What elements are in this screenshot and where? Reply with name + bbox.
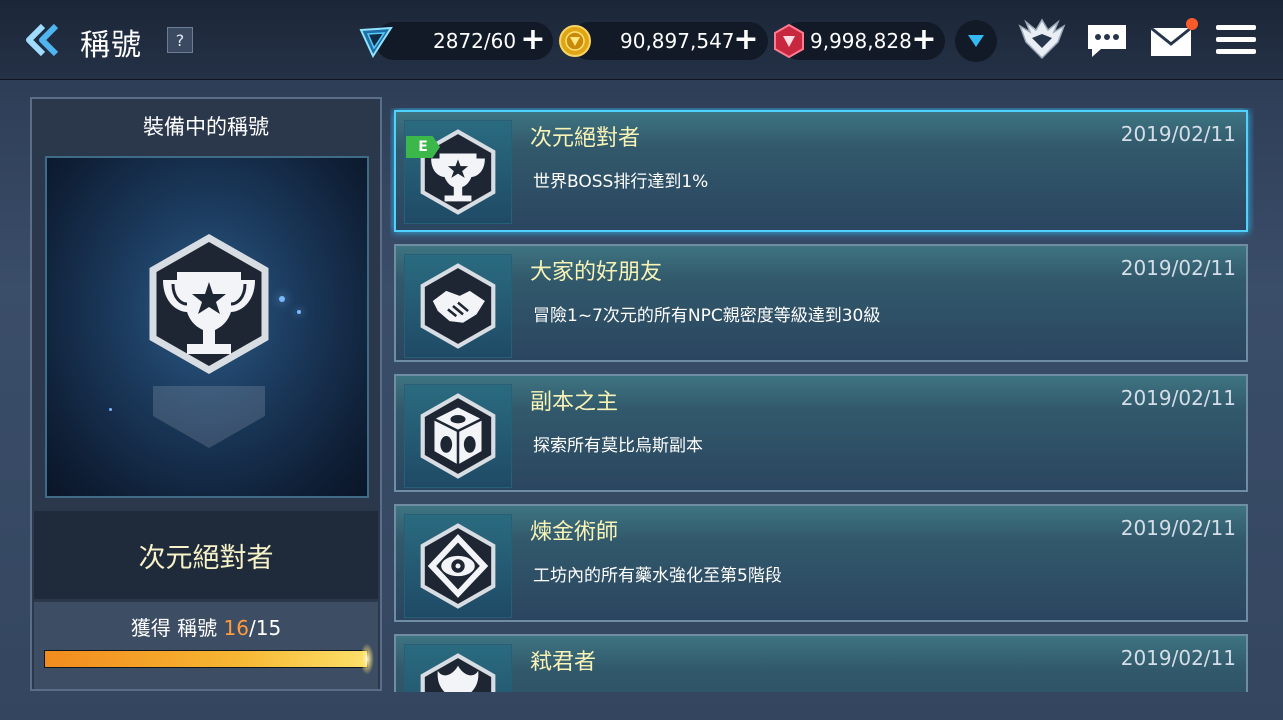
- energy-triangle-icon: [359, 26, 393, 58]
- gem-add-button[interactable]: +: [911, 25, 937, 55]
- progress-text: 獲得 稱號: [130, 616, 218, 640]
- chat-icon[interactable]: [1085, 22, 1129, 60]
- title-list-item[interactable]: 煉金術師 2019/02/11 工坊內的所有藥水強化至第5階段: [394, 504, 1248, 622]
- flame-crest-icon: [420, 653, 496, 692]
- progress-bar-fill: [45, 651, 367, 667]
- menu-icon[interactable]: [1214, 22, 1258, 58]
- equipped-title-header: 裝備中的稱號: [143, 115, 269, 139]
- title-date: 2019/02/11: [1120, 386, 1236, 410]
- back-button[interactable]: [22, 20, 62, 60]
- progress-bar-track: [44, 650, 368, 668]
- equipped-title-preview: [45, 156, 369, 498]
- progress-total: 15: [255, 616, 282, 640]
- progress-current: 16: [223, 616, 249, 640]
- title-icon-frame: [404, 514, 512, 618]
- title-date: 2019/02/11: [1120, 516, 1236, 540]
- energy-add-button[interactable]: +: [520, 25, 546, 55]
- title-icon-frame: [404, 120, 512, 224]
- title-icon-frame: [404, 254, 512, 358]
- resource-dropdown-button[interactable]: [955, 20, 997, 62]
- equipped-title-panel: 裝備中的稱號 次元絕對者 獲得 稱號 16/15: [30, 97, 382, 691]
- title-name: 次元絕對者: [530, 126, 641, 151]
- mail-icon[interactable]: [1148, 16, 1200, 58]
- progress-separator: /: [248, 616, 256, 640]
- eye-diamond-icon: [420, 523, 496, 609]
- title-description: 通關BOSS戰特倫托/Proto-T3/韓魅/獵犬/阿肯那頓/達摩克利斯所有難度: [533, 691, 1069, 692]
- gem-value: 9,998,828: [810, 29, 912, 53]
- title-date: 2019/02/11: [1120, 256, 1236, 280]
- gold-add-button[interactable]: +: [733, 25, 759, 55]
- sparkle: [279, 296, 285, 302]
- title-description: 冒險1~7次元的所有NPC親密度等級達到30級: [533, 306, 881, 326]
- gold-value: 90,897,547: [620, 29, 735, 53]
- handshake-icon: [420, 263, 496, 349]
- title-name: 煉金術師: [530, 520, 619, 545]
- title-list-item[interactable]: 大家的好朋友 2019/02/11 冒險1~7次元的所有NPC親密度等級達到30級: [394, 244, 1248, 362]
- guild-emblem-icon[interactable]: [1016, 18, 1068, 62]
- page-title: 稱號: [80, 28, 142, 63]
- title-date: 2019/02/11: [1120, 646, 1236, 670]
- cube-icon: [420, 393, 496, 479]
- top-bar: 稱號 ? 2872/60 + 90,897,547 + 9,998,828 +: [0, 0, 1283, 80]
- title-description: 工坊內的所有藥水強化至第5階段: [533, 566, 782, 586]
- equipped-title-name: 次元絕對者: [138, 542, 274, 574]
- progress-label: 獲得 稱號 16/15: [34, 612, 378, 641]
- title-name: 弒君者: [530, 650, 597, 675]
- gold-coin-icon: [559, 25, 591, 57]
- title-list-item[interactable]: E 次元絕對者 2019/02/11 世界BOSS排行達到1%: [394, 110, 1248, 232]
- energy-resource: 2872/60 +: [359, 22, 553, 60]
- sparkle: [297, 310, 301, 314]
- red-gem-icon: [774, 23, 804, 59]
- gold-resource: 90,897,547 +: [559, 22, 768, 60]
- title-list[interactable]: E 次元絕對者 2019/02/11 世界BOSS排行達到1% 大家的好朋友 2019/0…: [390, 108, 1254, 692]
- double-chevron-left-icon: [26, 23, 59, 57]
- title-list-item[interactable]: 副本之主 2019/02/11 探索所有莫比烏斯副本: [394, 374, 1248, 492]
- dropdown-triangle-icon: [968, 35, 984, 47]
- title-description: 探索所有莫比烏斯副本: [533, 436, 703, 456]
- title-name: 大家的好朋友: [530, 260, 663, 285]
- title-icon-frame: [404, 644, 512, 692]
- energy-value: 2872/60: [433, 29, 517, 53]
- title-date: 2019/02/11: [1120, 122, 1236, 146]
- sparkle: [109, 408, 112, 411]
- equipped-title-name-box: 次元絕對者: [34, 511, 378, 599]
- progress-bar-glow: [360, 643, 374, 675]
- help-button[interactable]: ?: [167, 27, 193, 53]
- trophy-reflection: [153, 386, 265, 448]
- title-description: 世界BOSS排行達到1%: [533, 172, 709, 192]
- title-icon-frame: [404, 384, 512, 488]
- title-name: 副本之主: [530, 390, 619, 415]
- trophy-star-icon: [149, 233, 269, 375]
- gem-resource: 9,998,828 +: [774, 22, 945, 60]
- title-progress: 獲得 稱號 16/15: [34, 602, 378, 689]
- title-list-item[interactable]: 弒君者 2019/02/11 通關BOSS戰特倫托/Proto-T3/韓魅/獵犬/阿…: [394, 634, 1248, 692]
